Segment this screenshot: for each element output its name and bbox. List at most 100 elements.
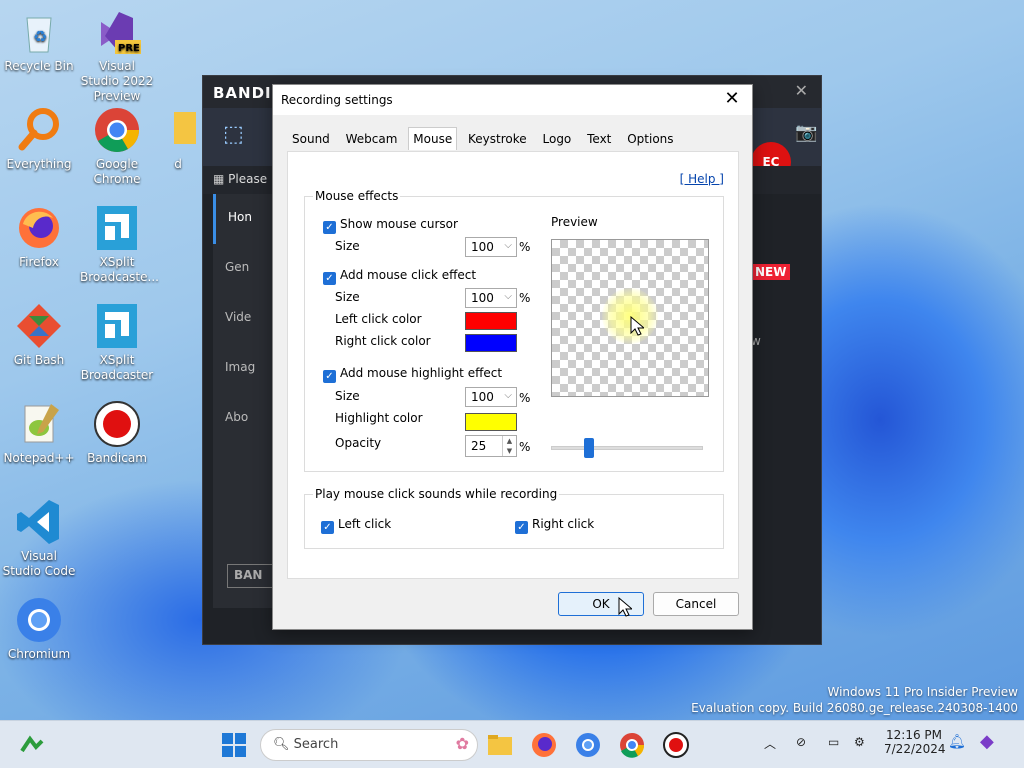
desktop-icon-notepad-plus-plus[interactable]: Notepad++ — [2, 400, 76, 466]
close-icon[interactable]: ✕ — [795, 81, 809, 100]
show-cursor-checkbox[interactable]: ✓ Show mouse cursor — [323, 217, 458, 234]
left-click-sound-checkbox[interactable]: ✓ Left click — [321, 517, 391, 534]
chromium-icon — [15, 596, 63, 644]
chromium-taskbar-icon[interactable] — [574, 731, 602, 759]
file-explorer-icon[interactable] — [486, 731, 514, 759]
tab-options[interactable]: Options — [622, 127, 678, 151]
chevron-up-icon[interactable]: ︿ — [764, 735, 776, 752]
left-click-color-swatch[interactable] — [465, 312, 517, 330]
desktop-icon-label: XSplit Broadcaste... — [80, 255, 159, 284]
camera-icon[interactable]: 📷 — [795, 122, 817, 143]
sidebar-item-general[interactable]: Gen — [213, 244, 273, 294]
magnifier-icon — [15, 106, 63, 154]
spinner-arrows-icon[interactable]: ▲ ▼ — [502, 436, 516, 456]
desktop-icon-label: Notepad++ — [3, 451, 75, 465]
sidebar-item-image[interactable]: Imag — [213, 344, 273, 394]
mouse-effects-group: Mouse effects ✓ Show mouse cursor Size 10… — [304, 189, 724, 472]
desktop-icon-recycle-bin[interactable]: ♻ Recycle Bin — [2, 8, 76, 74]
xsplit-icon — [93, 204, 141, 252]
bandicam-record-icon — [93, 400, 141, 448]
tab-logo[interactable]: Logo — [538, 127, 577, 151]
chevron-down-icon: ⌵ — [504, 390, 512, 401]
desktop-icon-git-bash[interactable]: Git Bash — [2, 302, 76, 368]
percent-label: % — [519, 240, 531, 254]
opacity-slider-thumb[interactable] — [584, 438, 594, 458]
recording-settings-dialog: Recording settings ✕ Sound Webcam Mouse … — [272, 84, 753, 630]
preview-label: Preview — [551, 215, 598, 229]
desktop-icon-vscode[interactable]: Visual Studio Code — [2, 498, 76, 579]
network-icon[interactable]: ⊘ — [796, 735, 806, 749]
click-effect-checkbox[interactable]: ✓ Add mouse click effect — [323, 268, 476, 285]
desktop-icon-label: d — [174, 157, 182, 171]
sidebar-item-about[interactable]: Abo — [213, 394, 273, 444]
percent-label: % — [519, 391, 531, 405]
desktop-icon-xsplit-broadcaster-1[interactable]: XSplit Broadcaste... — [80, 204, 159, 285]
right-click-sound-checkbox[interactable]: ✓ Right click — [515, 517, 594, 534]
desktop-icon-xsplit-broadcaster-2[interactable]: XSplit Broadcaster — [80, 302, 154, 383]
help-link[interactable]: [ Help ] — [680, 172, 724, 186]
desktop-icon-label: XSplit Broadcaster — [80, 353, 154, 382]
tab-mouse[interactable]: Mouse — [408, 127, 458, 150]
cursor-size-label: Size — [335, 239, 360, 253]
taskbar-search[interactable]: 🔍︎ Search ✿ — [260, 729, 478, 761]
volume-icon[interactable]: ⚙ — [854, 735, 865, 749]
opacity-value: 25 — [471, 439, 487, 453]
vscode-icon — [15, 498, 63, 546]
desktop-icon-label: Recycle Bin — [4, 59, 74, 73]
firefox-icon — [15, 204, 63, 252]
desktop-icon-firefox[interactable]: Firefox — [2, 204, 76, 270]
cursor-size-combo[interactable]: 100 ⌵ — [465, 237, 517, 257]
desktop-icon-label: Visual Studio 2022 Preview — [80, 59, 154, 103]
clock[interactable]: 12:16 PM 7/22/2024 — [884, 728, 946, 756]
new-badge: NEW — [751, 264, 791, 280]
desktop-icon-folder[interactable]: d — [158, 106, 198, 172]
widgets-icon[interactable] — [20, 735, 44, 755]
visual-studio-icon: PRE — [93, 8, 141, 56]
highlight-size-combo[interactable]: 100 ⌵ — [465, 387, 517, 407]
display-icon[interactable]: ▭ — [828, 735, 839, 749]
mouse-tab-panel: [ Help ] Mouse effects ✓ Show mouse curso… — [287, 151, 739, 579]
chevron-down-icon: ⌵ — [504, 240, 512, 251]
notepad-plus-plus-icon — [15, 400, 63, 448]
checkbox-checked-icon: ✓ — [321, 521, 334, 534]
chrome-icon — [93, 106, 141, 154]
firefox-taskbar-icon[interactable] — [530, 731, 558, 759]
desktop-icon-google-chrome[interactable]: Google Chrome — [80, 106, 154, 187]
chrome-taskbar-icon[interactable] — [618, 731, 646, 759]
chevron-down-icon: ⌵ — [504, 291, 512, 302]
desktop-icon-visual-studio-preview[interactable]: PRE Visual Studio 2022 Preview — [80, 8, 154, 104]
highlight-color-swatch[interactable] — [465, 413, 517, 431]
cancel-button[interactable]: Cancel — [653, 592, 739, 616]
screen-capture-icon[interactable]: ⬚ — [223, 122, 244, 147]
tab-sound[interactable]: Sound — [287, 127, 335, 151]
opacity-label: Opacity — [335, 436, 382, 450]
sidebar-item-home[interactable]: Hon — [213, 194, 273, 244]
left-click-color-label: Left click color — [335, 312, 422, 326]
recycle-bin-icon: ♻ — [15, 8, 63, 56]
opacity-slider-track[interactable] — [551, 446, 703, 450]
click-size-combo[interactable]: 100 ⌵ — [465, 288, 517, 308]
desktop-icon-everything[interactable]: Everything — [2, 106, 76, 172]
xsplit-icon — [93, 302, 141, 350]
copilot-icon[interactable]: ◆ — [980, 731, 994, 752]
checkbox-checked-icon: ✓ — [323, 272, 336, 285]
percent-label: % — [519, 440, 531, 454]
close-icon[interactable]: ✕ — [720, 88, 744, 109]
tab-keystroke[interactable]: Keystroke — [463, 127, 532, 151]
tab-text[interactable]: Text — [582, 127, 616, 151]
bandicam-taskbar-icon[interactable] — [662, 731, 690, 759]
watermark-line-1: Windows 11 Pro Insider Preview — [827, 685, 1018, 699]
bandicam-please-text: Please — [228, 172, 268, 186]
sidebar-item-video[interactable]: Vide — [213, 294, 273, 344]
tab-webcam[interactable]: Webcam — [341, 127, 403, 151]
highlight-effect-checkbox[interactable]: ✓ Add mouse highlight effect — [323, 366, 502, 383]
start-icon[interactable] — [220, 731, 248, 759]
notification-bell-icon[interactable]: 🔔︎ — [948, 734, 966, 750]
opacity-spinner[interactable]: 25 ▲ ▼ — [465, 435, 517, 457]
right-click-color-swatch[interactable] — [465, 334, 517, 352]
desktop-icon-chromium[interactable]: Chromium — [2, 596, 76, 662]
bandicam-sidebar: Hon Gen Vide Imag Abo — [213, 194, 273, 608]
search-placeholder: Search — [293, 737, 339, 752]
show-cursor-label: Show mouse cursor — [340, 217, 458, 231]
desktop-icon-bandicam[interactable]: Bandicam — [80, 400, 154, 466]
